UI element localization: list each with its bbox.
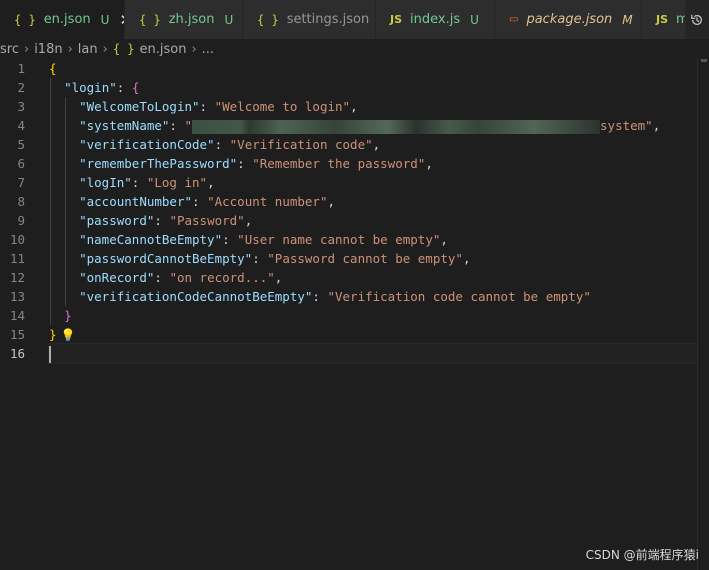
line-number: 3	[17, 99, 25, 114]
tab-package-json[interactable]: ▭ package.json M	[495, 0, 642, 39]
untracked-badge: U	[224, 12, 234, 27]
line-number-gutter: 1 2 3 4 5 6 7 8 9 10 11 12 13 14 15 16	[0, 59, 40, 363]
line-number: 2	[17, 80, 25, 95]
modified-badge: M	[622, 12, 633, 27]
code-line: }	[64, 308, 72, 323]
scrollbar-marker	[701, 59, 707, 62]
chevron-right-icon: ›	[67, 41, 73, 57]
history-icon[interactable]	[685, 0, 709, 39]
code-line: "rememberThePassword": "Remember the pas…	[79, 156, 433, 171]
code-line: "verificationCode": "Verification code",	[79, 137, 381, 152]
untracked-badge: U	[100, 12, 110, 27]
code-line: "WelcomeToLogin": "Welcome to login",	[79, 99, 358, 114]
code-line: "logIn": "Log in",	[79, 175, 215, 190]
line-number: 16	[9, 346, 25, 361]
code-line: "login": {	[64, 80, 140, 95]
tab-zh-json[interactable]: { } zh.json U	[125, 0, 243, 39]
lightbulb-icon[interactable]: 💡	[61, 328, 76, 342]
code-line: "onRecord": "on record...",	[79, 270, 283, 285]
tab-bar: { } en.json U ✕ { } zh.json U { } settin…	[0, 0, 709, 39]
watermark: CSDN @前端程序猿i	[585, 548, 699, 562]
code-line: "password": "Password",	[79, 213, 253, 228]
breadcrumb-item-file[interactable]: en.json	[140, 42, 187, 57]
json-file-icon: { }	[112, 42, 135, 56]
breadcrumb: src › i18n › lan › { } en.json › ...	[0, 39, 709, 59]
text-cursor	[49, 346, 51, 363]
tab-label: settings.json	[286, 12, 370, 27]
line-number: 4	[17, 118, 25, 133]
line-number: 12	[9, 270, 25, 285]
code-line: "verificationCodeCannotBeEmpty": "Verifi…	[79, 289, 591, 304]
chevron-right-icon: ›	[23, 41, 30, 57]
npm-package-icon: ▭	[509, 14, 519, 25]
code-line: "accountNumber": "Account number",	[79, 194, 336, 209]
line-number: 5	[17, 137, 25, 152]
json-file-icon: { }	[14, 12, 36, 27]
code-line: {	[49, 61, 57, 76]
breadcrumb-item-lan[interactable]: lan	[78, 42, 98, 57]
code-area[interactable]: { "login": { "WelcomeToLogin": "Welcome …	[48, 59, 698, 364]
code-editor[interactable]: 1 2 3 4 5 6 7 8 9 10 11 12 13 14 15 16 {…	[0, 59, 709, 570]
json-file-icon: { }	[139, 12, 161, 27]
tab-settings-json[interactable]: { } settings.json	[243, 0, 376, 39]
tab-label: index.js	[410, 12, 461, 27]
vertical-scrollbar[interactable]	[697, 59, 709, 570]
tab-label: package.json	[526, 12, 613, 27]
line-number: 6	[17, 156, 25, 171]
current-line[interactable]	[48, 343, 698, 364]
chevron-right-icon: ›	[102, 41, 108, 57]
tab-index-js[interactable]: JS index.js U	[376, 0, 495, 39]
js-file-icon: JS	[656, 13, 669, 26]
line-number: 7	[17, 175, 25, 190]
code-line: "passwordCannotBeEmpty": "Password canno…	[79, 251, 471, 266]
code-line: } 💡	[49, 327, 76, 342]
untracked-badge: U	[470, 12, 479, 27]
code-line: "nameCannotBeEmpty": "User name cannot b…	[79, 232, 448, 247]
line-number: 8	[17, 194, 25, 209]
breadcrumb-item-symbol[interactable]: ...	[202, 42, 214, 57]
line-number: 9	[17, 213, 25, 228]
breadcrumb-item-src[interactable]: src	[0, 42, 19, 57]
code-line: "systemName": " system",	[79, 118, 661, 134]
chevron-right-icon: ›	[191, 41, 197, 57]
line-number: 10	[9, 232, 25, 247]
js-file-icon: JS	[390, 13, 403, 26]
line-number: 15	[9, 327, 25, 342]
tab-en-json[interactable]: { } en.json U ✕	[0, 0, 125, 39]
json-file-icon: { }	[257, 12, 279, 27]
redacted-text	[192, 119, 601, 134]
line-number: 14	[9, 308, 25, 323]
tab-label: en.json	[43, 12, 91, 27]
line-number: 13	[9, 289, 25, 304]
line-number: 1	[17, 61, 25, 76]
line-number: 11	[9, 251, 25, 266]
breadcrumb-item-i18n[interactable]: i18n	[34, 42, 62, 57]
tab-label: zh.json	[168, 12, 215, 27]
